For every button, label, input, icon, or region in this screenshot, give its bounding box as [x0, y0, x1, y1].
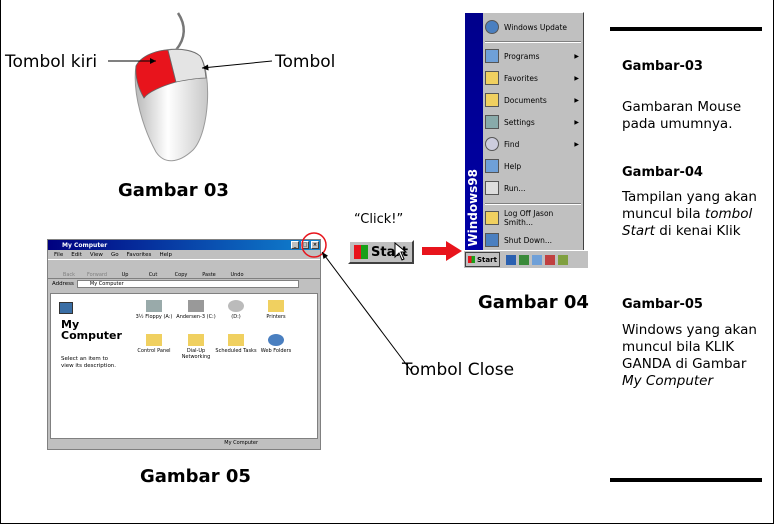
menu-separator: [485, 41, 581, 43]
menu-find[interactable]: Find ▶: [485, 134, 583, 154]
menu-programs[interactable]: Programs ▶: [485, 46, 583, 66]
windows-logo-icon: [354, 245, 368, 259]
menu-documents-label: Documents: [504, 95, 547, 105]
menu-run[interactable]: Run...: [485, 178, 583, 198]
taskbar: Start: [464, 250, 588, 268]
windows-logo-icon: [468, 256, 475, 263]
sidebar-text-gambar-03: Gambaran Mouse pada umumnya.: [622, 99, 742, 132]
menu-help-label: Help: [504, 161, 522, 171]
close-label: Tombol Close: [402, 360, 515, 380]
submenu-arrow-icon: ▶: [574, 96, 579, 104]
menu-log-off[interactable]: Log Off Jason Smith...: [485, 208, 583, 228]
start-menu: Windows98 Windows Update Programs ▶ Favor…: [464, 12, 584, 268]
sidebar-text-04-c: di kenai Klik: [654, 223, 741, 239]
settings-icon: [485, 115, 499, 129]
sidebar-heading-gambar-04: Gambar-04: [622, 165, 703, 180]
menu-windows-update[interactable]: Windows Update: [485, 17, 583, 37]
run-icon: [485, 181, 499, 195]
sidebar-text-gambar-04: Tampilan yang akan muncul bila tombol St…: [622, 189, 770, 240]
taskbar-start-label: Start: [477, 255, 497, 264]
click-text: “Click!”: [354, 212, 404, 227]
menu-shut-down[interactable]: Shut Down...: [485, 230, 583, 250]
menu-help[interactable]: Help: [485, 156, 583, 176]
find-icon: [485, 137, 499, 151]
taskbar-start-button[interactable]: Start: [465, 252, 500, 267]
menu-log-off-label: Log Off Jason Smith...: [504, 209, 554, 227]
quick-launch-icon[interactable]: [518, 254, 529, 265]
start-menu-band: Windows98: [465, 13, 483, 255]
red-arrow-icon: [422, 241, 462, 261]
menu-windows-update-label: Windows Update: [504, 22, 568, 32]
caption-gambar-05: Gambar 05: [140, 466, 251, 487]
quick-launch: [505, 254, 568, 265]
programs-icon: [485, 49, 499, 63]
menu-documents[interactable]: Documents ▶: [485, 90, 583, 110]
sidebar-text-05-b: My Computer: [622, 373, 714, 389]
quick-launch-icon[interactable]: [531, 254, 542, 265]
quick-launch-icon[interactable]: [557, 254, 568, 265]
menu-run-label: Run...: [504, 183, 526, 193]
menu-settings-label: Settings: [504, 117, 535, 127]
sidebar-top-rule: [610, 27, 762, 31]
menu-separator: [485, 203, 581, 205]
documents-icon: [485, 93, 499, 107]
caption-gambar-04: Gambar 04: [478, 292, 589, 313]
menu-programs-label: Programs: [504, 51, 540, 61]
menu-favorites[interactable]: Favorites ▶: [485, 68, 583, 88]
sidebar-heading-gambar-03: Gambar-03: [622, 59, 703, 74]
sidebar-text-05-a: Windows yang akan muncul bila KLIK GANDA…: [622, 322, 757, 372]
shutdown-icon: [485, 233, 499, 247]
menu-favorites-label: Favorites: [504, 73, 538, 83]
help-icon: [485, 159, 499, 173]
key-icon: [485, 211, 499, 225]
submenu-arrow-icon: ▶: [574, 52, 579, 60]
sidebar-bottom-rule: [610, 478, 762, 482]
quick-launch-icon[interactable]: [505, 254, 516, 265]
menu-settings[interactable]: Settings ▶: [485, 112, 583, 132]
windows98-text: Windows98: [466, 169, 480, 247]
favorites-icon: [485, 71, 499, 85]
sidebar-text-gambar-05: Windows yang akan muncul bila KLIK GANDA…: [622, 322, 770, 390]
sidebar-heading-gambar-05: Gambar-05: [622, 297, 703, 312]
globe-icon: [485, 20, 499, 34]
mouse-cursor-icon: [394, 242, 408, 261]
menu-find-label: Find: [504, 139, 520, 149]
submenu-arrow-icon: ▶: [574, 74, 579, 82]
menu-shut-down-label: Shut Down...: [504, 235, 552, 245]
submenu-arrow-icon: ▶: [574, 118, 579, 126]
quick-launch-icon[interactable]: [544, 254, 555, 265]
submenu-arrow-icon: ▶: [574, 140, 579, 148]
